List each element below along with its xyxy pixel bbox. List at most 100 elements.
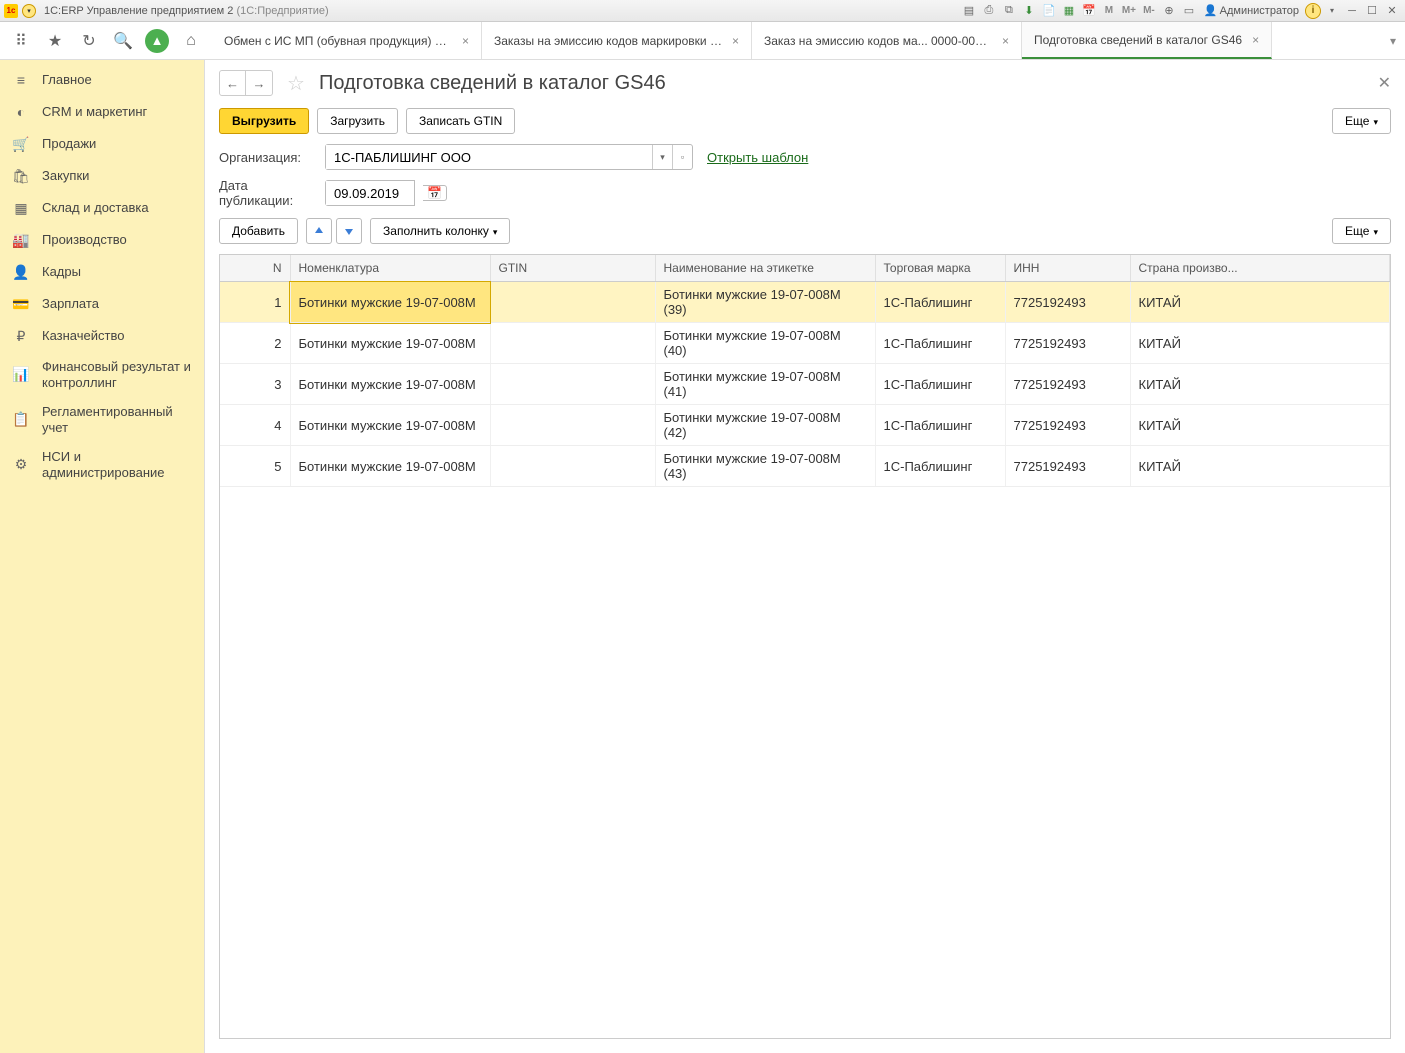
tabs-overflow[interactable]: ▾ <box>1381 22 1405 59</box>
bell-icon[interactable]: ▲ <box>145 29 169 53</box>
sidebar-item-6[interactable]: 👤Кадры <box>0 256 204 288</box>
cell-country[interactable]: КИТАЙ <box>1130 364 1390 405</box>
cell-gtin[interactable] <box>490 282 655 323</box>
tab-close-icon[interactable]: × <box>1252 33 1259 47</box>
cell-gtin[interactable] <box>490 405 655 446</box>
windows-icon[interactable]: ▭ <box>1180 2 1198 20</box>
sidebar-item-5[interactable]: 🏭Производство <box>0 224 204 256</box>
cell-brand[interactable]: 1С-Паблишинг <box>875 323 1005 364</box>
star-icon[interactable]: ★ <box>38 22 72 60</box>
apps-icon[interactable]: ⠿ <box>4 22 38 60</box>
tab-2[interactable]: Заказ на эмиссию кодов ма... 0000-000168… <box>752 22 1022 59</box>
column-header[interactable]: ИНН <box>1005 255 1130 282</box>
cell-country[interactable]: КИТАЙ <box>1130 446 1390 487</box>
tab-3[interactable]: Подготовка сведений в каталог GS46× <box>1022 22 1272 59</box>
calc-icon[interactable]: ⬇ <box>1020 2 1038 20</box>
calendar-icon[interactable]: 📅 <box>1080 2 1098 20</box>
cell-brand[interactable]: 1С-Паблишинг <box>875 364 1005 405</box>
org-dropdown-icon[interactable]: ▾ <box>652 145 672 169</box>
cell-inn[interactable]: 7725192493 <box>1005 282 1130 323</box>
write-gtin-button[interactable]: Записать GTIN <box>406 108 515 134</box>
cell-inn[interactable]: 7725192493 <box>1005 405 1130 446</box>
org-input[interactable] <box>326 145 652 169</box>
sidebar-item-3[interactable]: 🛍Закупки <box>0 160 204 192</box>
cell-inn[interactable]: 7725192493 <box>1005 446 1130 487</box>
zoom-icon[interactable]: ⊕ <box>1160 2 1178 20</box>
grid-icon[interactable]: ▦ <box>1060 2 1078 20</box>
cell-country[interactable]: КИТАЙ <box>1130 405 1390 446</box>
favorite-star-icon[interactable]: ☆ <box>287 71 305 96</box>
cell-nomenclature[interactable]: Ботинки мужские 19-07-008М <box>290 364 490 405</box>
column-header[interactable]: GTIN <box>490 255 655 282</box>
sidebar-item-4[interactable]: ▦Склад и доставка <box>0 192 204 224</box>
sidebar-item-9[interactable]: 📊Финансовый результат и контроллинг <box>0 352 204 397</box>
copy-icon[interactable]: ⧉ <box>1000 2 1018 20</box>
more-actions-button[interactable]: Еще▾ <box>1332 108 1391 134</box>
minimize-icon[interactable]: ─ <box>1343 2 1361 20</box>
back-button[interactable]: ← <box>220 71 246 95</box>
user-label[interactable]: 👤 Администратор <box>1204 4 1299 17</box>
table-row[interactable]: 2Ботинки мужские 19-07-008МБотинки мужск… <box>220 323 1390 364</box>
sidebar-item-1[interactable]: ◐CRM и маркетинг <box>0 96 204 128</box>
cell-nomenclature[interactable]: Ботинки мужские 19-07-008М <box>290 282 490 323</box>
cell-name[interactable]: Ботинки мужские 19-07-008М (43) <box>655 446 875 487</box>
column-header[interactable]: Страна произво... <box>1130 255 1390 282</box>
grid-more-button[interactable]: Еще▾ <box>1332 218 1391 244</box>
calendar-picker-icon[interactable]: 📅 <box>423 185 447 201</box>
pubdate-input[interactable] <box>326 181 414 205</box>
cell-brand[interactable]: 1С-Паблишинг <box>875 282 1005 323</box>
dropdown-icon[interactable]: ▾ <box>1323 2 1341 20</box>
tab-0[interactable]: Обмен с ИС МП (обувная продукция) и ...× <box>212 22 482 59</box>
tab-close-icon[interactable]: × <box>1002 34 1009 48</box>
column-header[interactable]: Торговая марка <box>875 255 1005 282</box>
cell-country[interactable]: КИТАЙ <box>1130 282 1390 323</box>
cell-name[interactable]: Ботинки мужские 19-07-008М (40) <box>655 323 875 364</box>
maximize-icon[interactable]: ☐ <box>1363 2 1381 20</box>
cell-nomenclature[interactable]: Ботинки мужские 19-07-008М <box>290 446 490 487</box>
cell-name[interactable]: Ботинки мужские 19-07-008М (41) <box>655 364 875 405</box>
forward-button[interactable]: → <box>246 71 272 95</box>
open-template-link[interactable]: Открыть шаблон <box>707 150 808 165</box>
sidebar-item-11[interactable]: ⚙НСИ и администрирование <box>0 442 204 487</box>
m-icon[interactable]: M <box>1100 2 1118 20</box>
cell-country[interactable]: КИТАЙ <box>1130 323 1390 364</box>
page-close-icon[interactable]: ✕ <box>1378 73 1391 93</box>
org-open-icon[interactable]: ▫ <box>672 145 692 169</box>
info-icon[interactable]: i <box>1305 3 1321 19</box>
column-header[interactable]: Наименование на этикетке <box>655 255 875 282</box>
m-plus-icon[interactable]: M+ <box>1120 2 1138 20</box>
home-icon[interactable]: ⌂ <box>174 22 208 60</box>
table-row[interactable]: 1Ботинки мужские 19-07-008МБотинки мужск… <box>220 282 1390 323</box>
doc-icon[interactable]: 📄 <box>1040 2 1058 20</box>
table-row[interactable]: 4Ботинки мужские 19-07-008МБотинки мужск… <box>220 405 1390 446</box>
sidebar-item-7[interactable]: 💳Зарплата <box>0 288 204 320</box>
history-icon[interactable]: ↻ <box>72 22 106 60</box>
tab-close-icon[interactable]: × <box>732 34 739 48</box>
sidebar-item-10[interactable]: 📋Регламентированный учет <box>0 397 204 442</box>
move-up-button[interactable] <box>306 218 332 244</box>
cell-nomenclature[interactable]: Ботинки мужские 19-07-008М <box>290 405 490 446</box>
import-button[interactable]: Загрузить <box>317 108 398 134</box>
fill-column-button[interactable]: Заполнить колонку▾ <box>370 218 510 244</box>
add-row-button[interactable]: Добавить <box>219 218 298 244</box>
cell-gtin[interactable] <box>490 364 655 405</box>
column-header[interactable]: N <box>220 255 290 282</box>
export-button[interactable]: Выгрузить <box>219 108 309 134</box>
table-row[interactable]: 3Ботинки мужские 19-07-008МБотинки мужск… <box>220 364 1390 405</box>
app-menu-dropdown[interactable]: ▾ <box>22 4 36 18</box>
column-header[interactable]: Номенклатура <box>290 255 490 282</box>
table-row[interactable]: 5Ботинки мужские 19-07-008МБотинки мужск… <box>220 446 1390 487</box>
m-minus-icon[interactable]: M- <box>1140 2 1158 20</box>
cell-nomenclature[interactable]: Ботинки мужские 19-07-008М <box>290 323 490 364</box>
print-icon[interactable]: ⎙ <box>980 2 998 20</box>
cell-name[interactable]: Ботинки мужские 19-07-008М (39) <box>655 282 875 323</box>
sidebar-item-2[interactable]: 🛒Продажи <box>0 128 204 160</box>
close-window-icon[interactable]: ✕ <box>1383 2 1401 20</box>
cell-inn[interactable]: 7725192493 <box>1005 364 1130 405</box>
cell-inn[interactable]: 7725192493 <box>1005 323 1130 364</box>
tab-close-icon[interactable]: × <box>462 34 469 48</box>
cell-brand[interactable]: 1С-Паблишинг <box>875 446 1005 487</box>
search-icon[interactable]: 🔍 <box>106 22 140 60</box>
tab-1[interactable]: Заказы на эмиссию кодов маркировки С...× <box>482 22 752 59</box>
sidebar-item-0[interactable]: ≡Главное <box>0 64 204 96</box>
